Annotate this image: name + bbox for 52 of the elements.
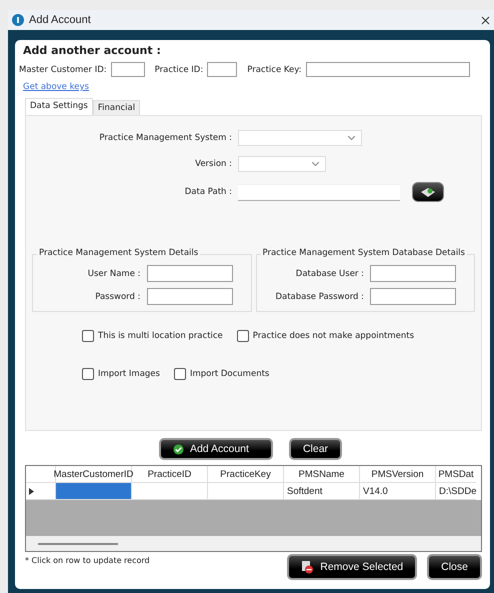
table-cell[interactable] xyxy=(56,483,132,500)
chevron-down-icon xyxy=(348,136,355,140)
row-pointer-icon xyxy=(29,488,34,494)
checkbox[interactable] xyxy=(174,368,186,380)
remove-icon xyxy=(301,560,314,574)
group-title: Practice Management System Database Details xyxy=(260,248,467,258)
field-label: Master Customer ID: xyxy=(19,64,107,74)
field-label: Database Password : xyxy=(275,292,364,302)
input-field[interactable] xyxy=(306,62,470,77)
input-field[interactable] xyxy=(207,62,238,77)
field-label: Password : xyxy=(95,292,140,302)
table-cell[interactable]: V14.0 xyxy=(360,483,436,500)
field-label: Practice Management System : xyxy=(98,133,233,143)
check-icon xyxy=(172,444,184,454)
table-cell[interactable] xyxy=(208,483,284,500)
field-label: User Name : xyxy=(88,268,140,278)
field-label: Database User : xyxy=(296,268,364,278)
close-icon[interactable] xyxy=(481,16,490,24)
input-field[interactable] xyxy=(146,288,232,305)
hint-text: * Click on row to update record xyxy=(25,555,151,565)
checkbox-label: This is multi location practice xyxy=(98,331,223,341)
field-label: Version : xyxy=(194,159,233,169)
checkbox[interactable] xyxy=(236,330,249,342)
field-label: Practice Key: xyxy=(247,64,302,74)
tab[interactable]: Data Settings xyxy=(25,98,93,115)
table-cell[interactable]: Softdent xyxy=(284,483,360,500)
field-label: Practice ID: xyxy=(154,64,204,74)
input-field[interactable] xyxy=(146,265,232,282)
group-title: Practice Management System Details xyxy=(37,248,200,258)
link[interactable]: Get above keys xyxy=(23,82,89,92)
field-label: Data Path : xyxy=(184,187,233,197)
chevron-down-icon xyxy=(312,162,319,166)
browse-button[interactable] xyxy=(412,182,444,202)
checkbox[interactable] xyxy=(82,368,94,380)
tab[interactable]: Financial xyxy=(92,100,140,115)
table-cell[interactable] xyxy=(132,483,208,500)
app-icon xyxy=(12,14,24,26)
input-field[interactable] xyxy=(110,62,145,77)
horizontal-scrollbar[interactable] xyxy=(26,536,481,551)
table-cell[interactable]: D:\SDDe xyxy=(436,483,476,500)
action-button[interactable]: Clear xyxy=(288,438,342,460)
footer-button[interactable]: Remove Selected xyxy=(287,554,418,580)
input-field[interactable] xyxy=(370,265,456,282)
checkbox-label: Import Documents xyxy=(190,369,270,379)
input-field[interactable] xyxy=(370,288,456,305)
checkbox-label: Import Images xyxy=(98,369,160,379)
action-button[interactable]: Add Account xyxy=(158,438,273,460)
checkbox-label: Practice does not make appointments xyxy=(252,331,414,341)
form-heading: Add another account : xyxy=(22,44,162,57)
window-title: Add Account xyxy=(29,14,92,26)
checkbox[interactable] xyxy=(82,330,94,342)
footer-button[interactable]: Close xyxy=(427,554,482,580)
